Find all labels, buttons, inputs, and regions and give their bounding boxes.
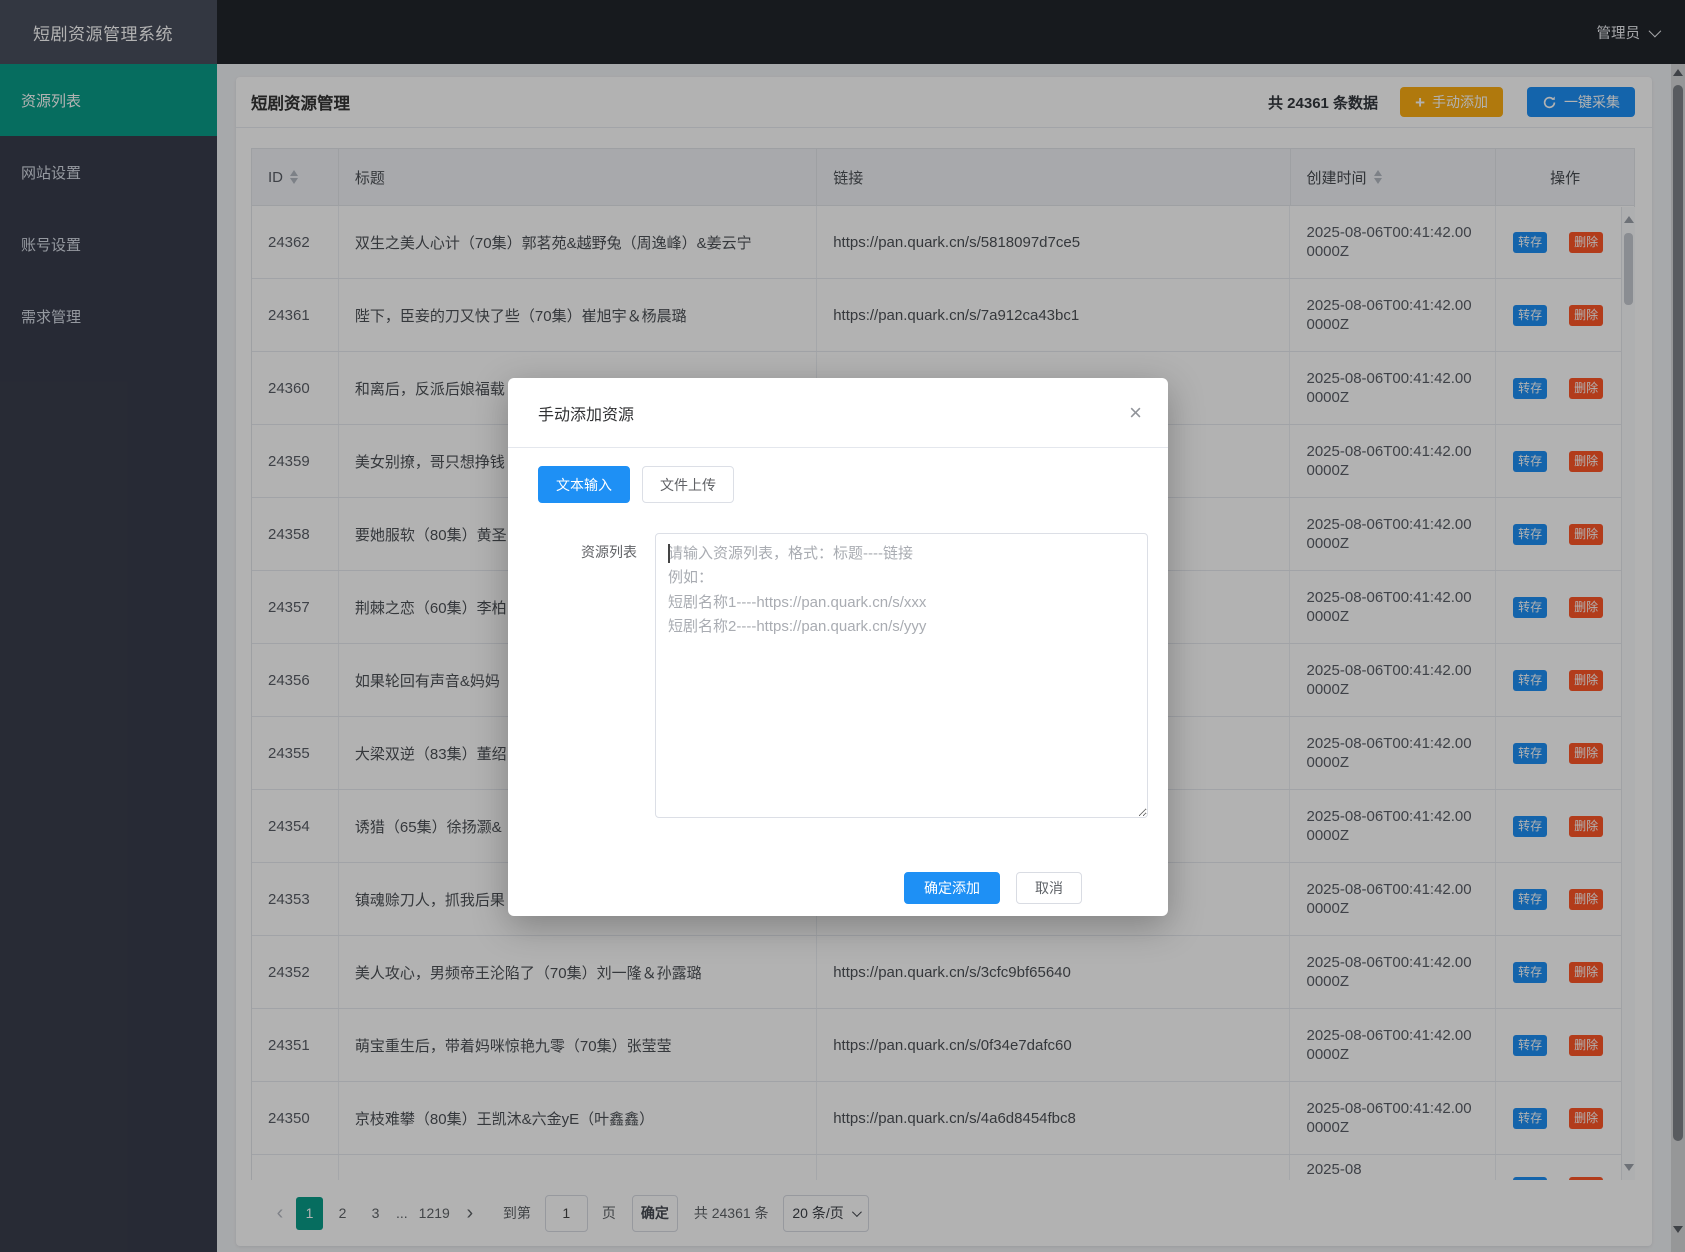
resource-list-label: 资源列表	[508, 542, 637, 562]
resource-list-textarea[interactable]	[655, 533, 1148, 818]
cancel-button[interactable]: 取消	[1016, 872, 1082, 904]
manual-add-modal: 手动添加资源 × 文本输入文件上传 资源列表 确定添加 取消	[508, 378, 1168, 916]
modal-footer: 确定添加 取消	[508, 872, 1168, 904]
modal-tabs: 文本输入文件上传	[538, 466, 734, 503]
modal-tab[interactable]: 文本输入	[538, 466, 630, 503]
resource-textarea-wrap	[655, 533, 1148, 818]
modal-tab[interactable]: 文件上传	[642, 466, 734, 503]
modal-header: 手动添加资源 ×	[508, 378, 1168, 448]
modal-title: 手动添加资源	[538, 401, 634, 425]
close-icon[interactable]: ×	[1129, 402, 1142, 424]
text-cursor	[668, 544, 670, 563]
confirm-add-button[interactable]: 确定添加	[904, 872, 1000, 904]
